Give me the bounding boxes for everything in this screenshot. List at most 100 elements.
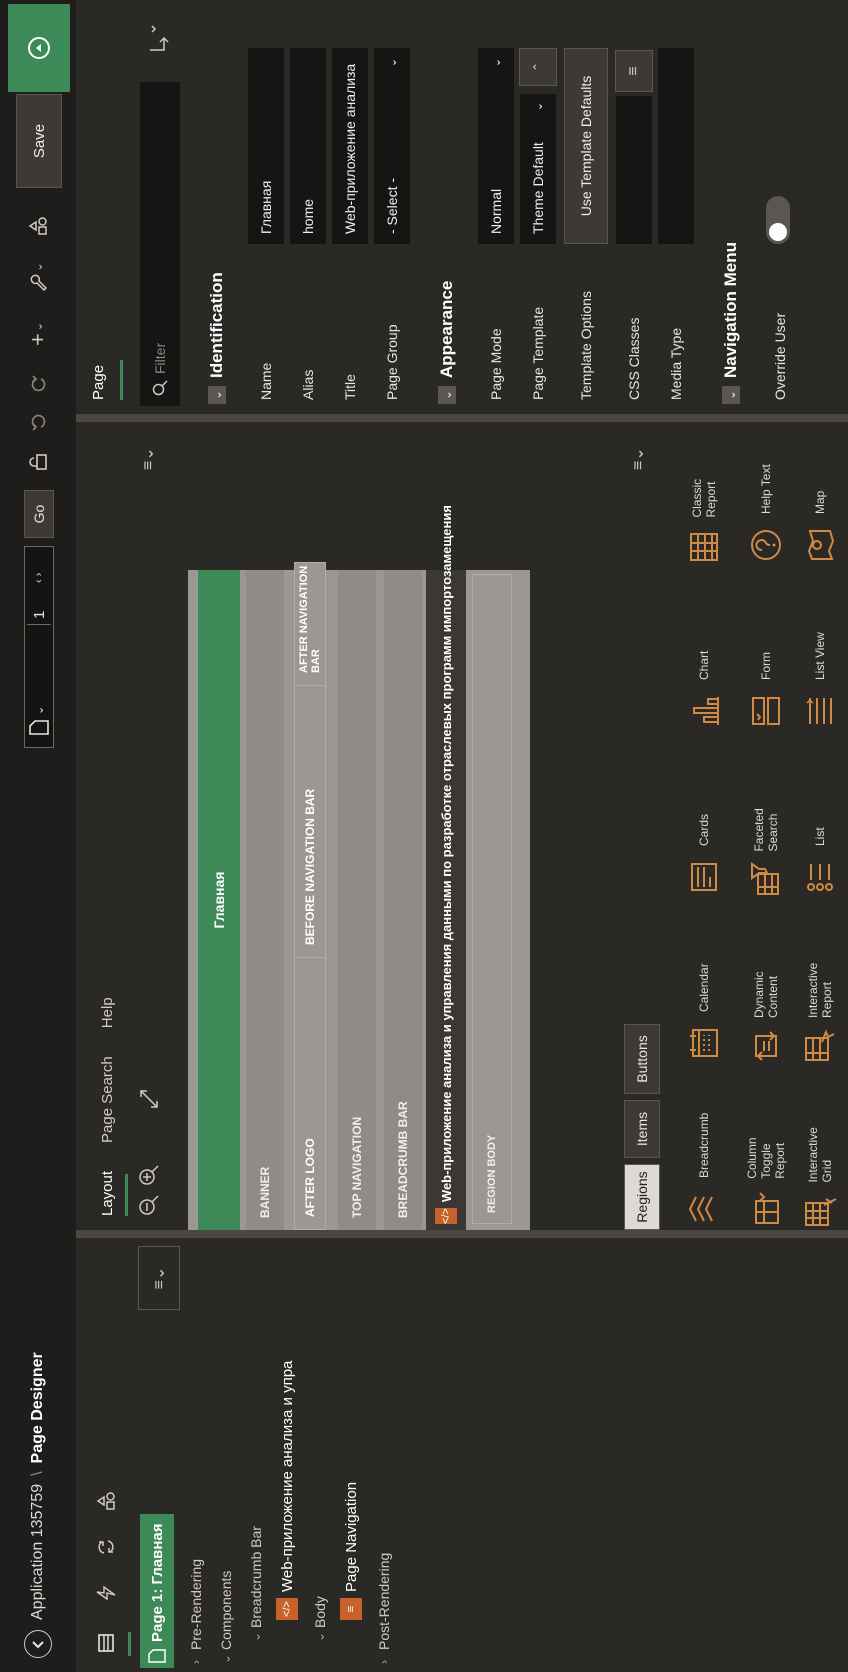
prop-page-template: Page Template Theme Default ⌄ ⌃ (518, 0, 558, 414)
redo-icon[interactable] (0, 366, 76, 402)
tree-node-region[interactable]: </> Web-приложение анализа и упра (272, 1361, 302, 1620)
static-content-icon: </> (435, 1208, 457, 1224)
shared-components-tab-icon[interactable] (86, 1486, 126, 1516)
gallery-item-list[interactable]: List (792, 778, 848, 898)
gallery-item-breadcrumb[interactable]: Breadcrumb (676, 1110, 732, 1230)
tree-page-node[interactable]: Page 1: Главная (140, 1514, 174, 1668)
lock-icon[interactable] (0, 442, 76, 482)
css-classes-field[interactable] (616, 96, 652, 244)
tree-menu-button[interactable]: ≡⌄ (138, 1246, 180, 1310)
gallery-item-list-view[interactable]: List View (792, 612, 848, 732)
breadcrumb-bar-position[interactable]: BREADCRUMB BAR (384, 570, 422, 1230)
app-link[interactable]: Application 135759 (29, 1484, 47, 1620)
expand-icon[interactable] (138, 1088, 160, 1110)
page-title-bar[interactable]: Главная (198, 570, 240, 1230)
gallery-tab-buttons[interactable]: Buttons (624, 1024, 660, 1094)
right-splitter[interactable] (76, 414, 848, 422)
appearance-header[interactable]: ⌄ Appearance (424, 0, 470, 414)
navigation-menu-header[interactable]: ⌄ Navigation Menu (708, 0, 754, 414)
tree-node-label: Body (312, 1596, 328, 1628)
name-field[interactable]: Главная (248, 48, 284, 244)
after-logo-position[interactable]: AFTER LOGO (294, 950, 326, 1230)
zoom-out-icon[interactable] (138, 1194, 160, 1216)
prop-label: Page Mode (488, 328, 504, 400)
gallery-item-column-toggle-report[interactable]: Column Toggle Report (738, 1110, 794, 1230)
tree-node-label: Page Navigation (342, 1481, 360, 1592)
page-selector[interactable]: ⌄ 1 ‹ › (24, 546, 54, 748)
gallery-item-dynamic-content[interactable]: Dynamic Content (738, 944, 794, 1064)
page-group-select[interactable]: - Select - ⌄ (374, 48, 410, 244)
before-nav-position[interactable]: BEFORE NAVIGATION BAR (294, 678, 326, 958)
banner-position[interactable]: BANNER (246, 570, 284, 1230)
page-number[interactable]: 1 (31, 611, 48, 619)
tab-page[interactable]: Page (90, 365, 107, 400)
dynamic-actions-icon[interactable] (86, 1578, 126, 1608)
gallery-item-label: Interactive Report (806, 962, 834, 1018)
prop-label: Title (342, 374, 358, 400)
gallery-item-help-text[interactable]: Help Text (738, 446, 794, 566)
top-navigation-position[interactable]: TOP NAVIGATION (338, 570, 376, 1230)
page-icon (148, 1648, 166, 1664)
tree-node-post-rendering[interactable]: › Post-Rendering (370, 1553, 398, 1664)
run-button[interactable] (8, 4, 70, 92)
go-button[interactable]: Go (24, 490, 54, 538)
template-defaults-button[interactable]: Use Template Defaults (564, 48, 608, 244)
media-type-field[interactable] (658, 48, 694, 244)
layout-menu-icon[interactable]: ≡⌄ (138, 447, 158, 470)
identification-header[interactable]: ⌄ Identification (194, 0, 240, 414)
region-header[interactable]: </> Web-приложение анализа и управления … (426, 505, 466, 1230)
gallery-item-chart[interactable]: Chart (676, 612, 732, 732)
left-splitter[interactable] (76, 1230, 848, 1238)
zoom-in-icon[interactable] (138, 1164, 160, 1186)
tab-help[interactable]: Help (99, 983, 128, 1042)
undo-icon[interactable] (0, 404, 76, 440)
region-body-position[interactable]: REGION BODY (472, 574, 512, 1224)
active-tab-indicator (120, 360, 123, 400)
tree-node-breadcrumb-bar[interactable]: ⌄ Breadcrumb Bar (242, 1526, 270, 1642)
go-to-group-icon[interactable] (146, 24, 172, 54)
tree-node-page-navigation[interactable]: ≡ Page Navigation (336, 1482, 366, 1620)
page-stepper[interactable]: ‹ › (33, 573, 45, 583)
page-template-select[interactable]: Theme Default ⌄ (520, 94, 556, 244)
gallery-item-form[interactable]: Form (738, 612, 794, 732)
gallery-tab-regions[interactable]: Regions (624, 1164, 660, 1230)
rendering-tab-icon[interactable] (86, 1628, 126, 1658)
after-nav-position[interactable]: AFTER NAVIGATION BAR (294, 562, 326, 686)
title-field[interactable]: Web-приложение анализа (332, 48, 368, 244)
page-icon (29, 719, 49, 737)
page-mode-select[interactable]: Normal ⌄ (478, 48, 514, 244)
save-button[interactable]: Save (16, 94, 62, 188)
template-up-button[interactable]: ⌃ (519, 48, 557, 86)
tree-node-label: Web-приложение анализа и упра (278, 1360, 296, 1592)
back-icon[interactable] (24, 1630, 52, 1658)
tree-node-pre-rendering[interactable]: › Pre-Rendering (182, 1559, 210, 1664)
alias-field[interactable]: home (290, 48, 326, 244)
gallery-item-cards[interactable]: Cards (676, 778, 732, 898)
gallery-item-faceted-search[interactable]: Faceted Search (738, 778, 794, 898)
chart-icon (683, 690, 725, 732)
prop-media-type: Media Type (656, 0, 696, 414)
tree-node-components[interactable]: ⌄ Components (212, 1571, 240, 1664)
gallery-menu-icon[interactable]: ≡⌄ (628, 447, 648, 470)
override-toggle[interactable] (766, 196, 790, 244)
gallery-item-classic-report[interactable]: Classic Report (676, 446, 732, 566)
gallery-item-map[interactable]: Map (792, 446, 848, 566)
filter-input[interactable]: Filter (140, 82, 180, 406)
center-panel: Layout Page Search Help ≡⌄ Главная BANNE… (76, 422, 848, 1230)
processing-icon[interactable] (86, 1532, 126, 1562)
tab-page-search[interactable]: Page Search (99, 1042, 128, 1157)
tab-layout[interactable]: Layout (99, 1157, 128, 1230)
gallery-item-interactive-report[interactable]: Interactive Report (792, 944, 848, 1064)
page-mode-value: Normal (488, 188, 504, 234)
rendering-tree-panel: ≡⌄ Page 1: Главная › Pre-Rendering ⌄ Com… (76, 1238, 848, 1672)
gallery-item-interactive-grid[interactable]: Interactive Grid (792, 1110, 848, 1230)
utilities-wrench-icon[interactable]: ⌄ (0, 256, 76, 300)
prop-label: Template Options (578, 291, 594, 400)
css-classes-picker-button[interactable]: ≡ (615, 50, 653, 92)
tree-node-body[interactable]: ⌄ Body (306, 1596, 334, 1642)
create-menu-icon[interactable]: + ⌄ (0, 312, 76, 356)
shared-components-icon[interactable] (0, 208, 76, 244)
gallery-item-calendar[interactable]: Calendar (676, 944, 732, 1064)
gallery-tab-items[interactable]: Items (624, 1100, 660, 1158)
gallery-item-label: Cards (697, 813, 711, 846)
